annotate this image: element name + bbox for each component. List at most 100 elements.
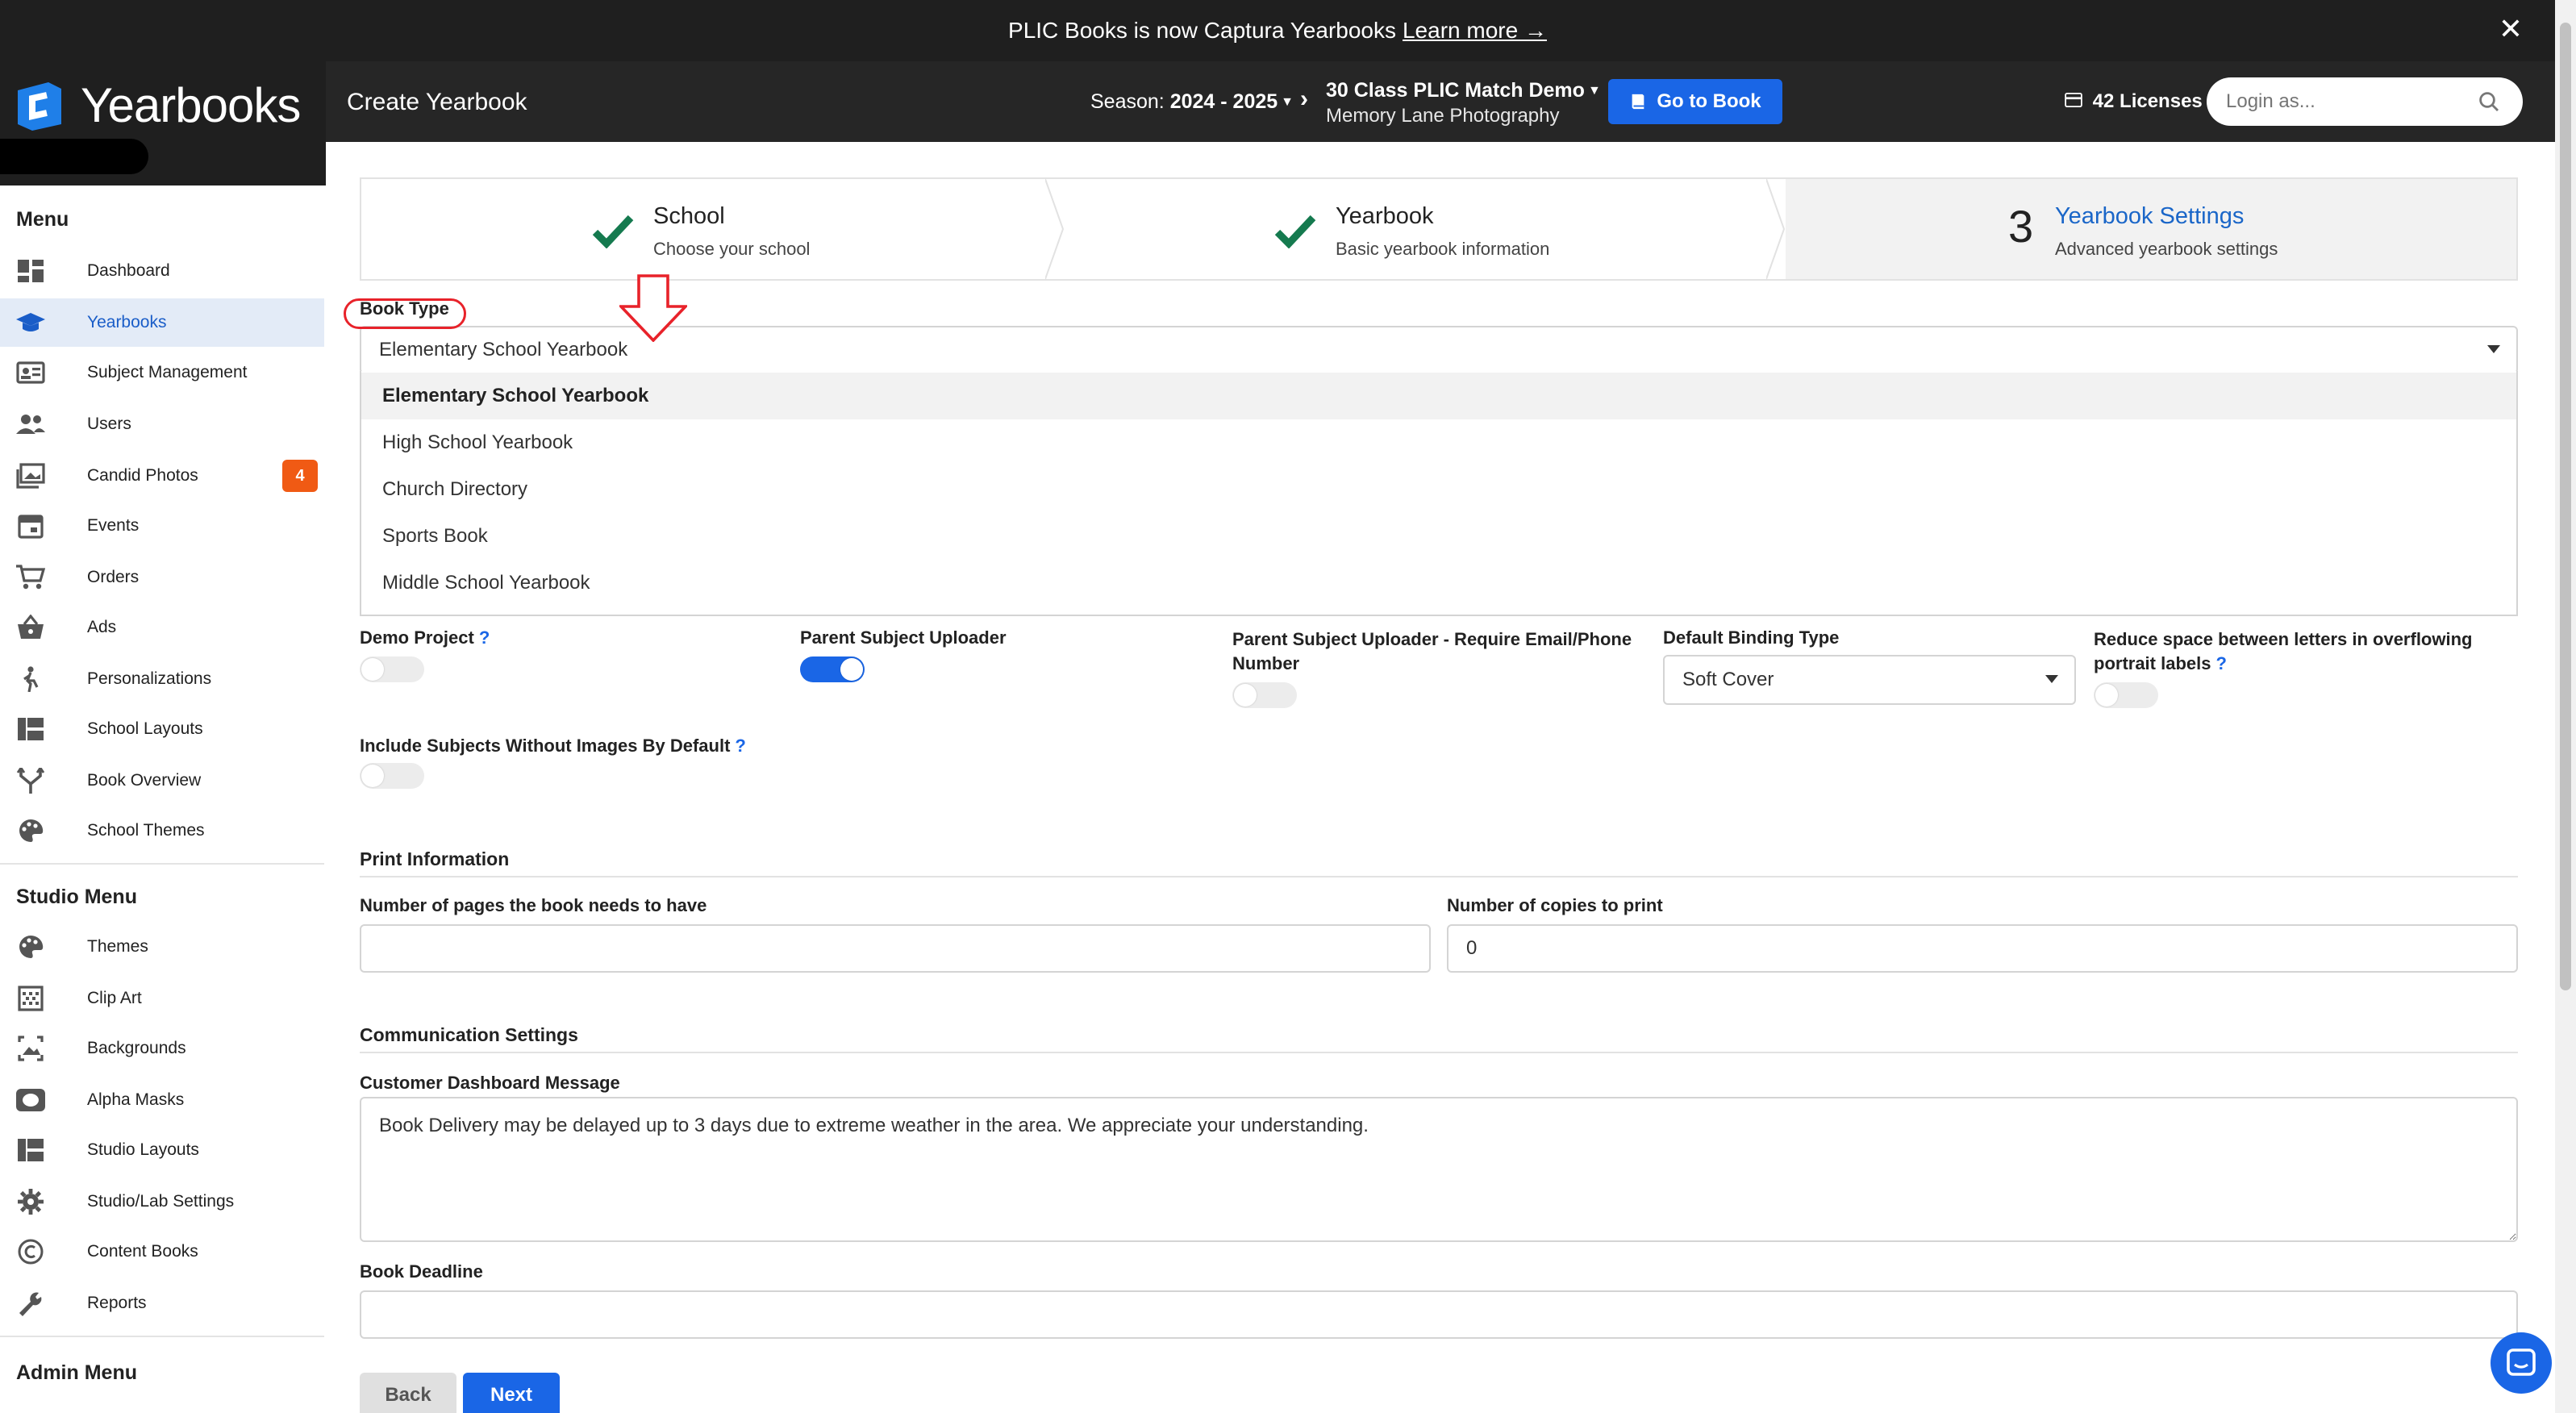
next-button[interactable]: Next (463, 1373, 560, 1413)
book-selector[interactable]: 30 Class PLIC Match Demo ▼ (1326, 79, 1601, 102)
sidebar-item-book-overview[interactable]: Book Overview (0, 757, 324, 805)
sidebar-item-label: School Themes (87, 821, 205, 840)
sidebar-item-label: Book Overview (87, 771, 202, 790)
sidebar-item-backgrounds[interactable]: Backgrounds (0, 1024, 324, 1073)
palette-icon (19, 819, 44, 842)
sidebar-item-personalizations[interactable]: Personalizations (0, 655, 324, 703)
image-frame-icon (18, 1036, 44, 1061)
sidebar-item-dashboard[interactable]: Dashboard (0, 247, 324, 295)
step-subtitle: Choose your school (653, 239, 811, 259)
help-icon[interactable]: ? (2215, 653, 2226, 673)
dashboard-message-textarea[interactable]: Book Delivery may be delayed up to 3 day… (360, 1097, 2518, 1242)
close-icon[interactable]: ✕ (2499, 15, 2523, 44)
include-subjects-toggle[interactable] (360, 763, 424, 789)
sidebar-item-label: Candid Photos (87, 466, 198, 485)
sidebar-item-alpha-masks[interactable]: Alpha Masks (0, 1076, 324, 1124)
parent-uploader-email-toggle[interactable] (1232, 682, 1297, 708)
toggle-knob (1234, 684, 1257, 706)
binding-type-label: Default Binding Type (1663, 627, 1840, 648)
chevron-right-icon: › (1300, 85, 1308, 112)
photos-icon (16, 463, 45, 489)
step-yearbook[interactable]: Yearbook Basic yearbook information (1065, 179, 1766, 279)
sidebar-item-label: Backgrounds (87, 1039, 186, 1057)
sidebar-item-label: Yearbooks (87, 313, 167, 331)
sidebar-item-subject-management[interactable]: Subject Management (0, 348, 324, 397)
step-school[interactable]: School Choose your school (361, 179, 1045, 279)
studio-name: Memory Lane Photography (1326, 105, 1560, 127)
step-number: 3 (2008, 201, 2034, 252)
parent-uploader-label: Parent Subject Uploader (800, 627, 1007, 648)
page-scrollbar[interactable] (2555, 0, 2576, 1413)
demo-project-toggle[interactable] (360, 656, 424, 682)
yearbooks-logo-icon (18, 82, 61, 131)
basket-icon (18, 615, 44, 639)
wrench-icon (19, 1292, 42, 1316)
book-type-option[interactable]: Church Directory (361, 466, 2516, 513)
season-value: 2024 - 2025 (1169, 90, 1278, 113)
sidebar-item-orders[interactable]: Orders (0, 553, 324, 602)
chat-widget-button[interactable] (2491, 1332, 2552, 1394)
cart-icon (16, 565, 45, 590)
copies-input[interactable] (1447, 924, 2518, 973)
sidebar-item-ads[interactable]: Ads (0, 603, 324, 652)
book-type-option[interactable]: Middle School Yearbook (361, 560, 2516, 606)
sidebar-item-label: Themes (87, 937, 148, 956)
pages-label: Number of pages the book needs to have (360, 895, 707, 915)
book-type-option[interactable]: High School Yearbook (361, 419, 2516, 466)
print-info-heading: Print Information (360, 848, 510, 869)
sidebar-item-yearbooks[interactable]: Yearbooks (0, 298, 324, 347)
search-icon[interactable] (2478, 90, 2500, 113)
parent-uploader-email-label: Parent Subject Uploader - Require Email/… (1232, 629, 1632, 673)
sidebar: Menu Dashboard Yearbooks Subject Managem… (0, 185, 327, 1413)
book-deadline-input[interactable] (360, 1290, 2518, 1339)
help-icon[interactable]: ? (479, 627, 490, 648)
sidebar-item-school-themes[interactable]: School Themes (0, 807, 324, 855)
sidebar-item-clip-art[interactable]: Clip Art (0, 974, 324, 1023)
toggle-knob (840, 658, 863, 681)
stepper: School Choose your school Yearbook Basic… (360, 177, 2518, 281)
scrollbar-thumb[interactable] (2560, 23, 2571, 990)
sidebar-item-themes[interactable]: Themes (0, 923, 324, 971)
binding-type-value: Soft Cover (1682, 669, 1774, 690)
go-to-book-button[interactable]: Go to Book (1608, 79, 1782, 124)
step-yearbook-settings[interactable]: 3 Yearbook Settings Advanced yearbook se… (1786, 179, 2516, 279)
sidebar-item-reports[interactable]: Reports (0, 1279, 324, 1328)
sidebar-item-label: Dashboard (87, 261, 170, 280)
book-name: 30 Class PLIC Match Demo (1326, 79, 1585, 102)
sidebar-item-users[interactable]: Users (0, 400, 324, 448)
book-type-option[interactable]: Sports Book (361, 513, 2516, 560)
gear-icon (18, 1189, 44, 1215)
pages-input[interactable] (360, 924, 1431, 973)
sidebar-item-label: Orders (87, 568, 140, 586)
book-type-value: Elementary School Yearbook (379, 339, 628, 361)
fork-icon (16, 768, 45, 794)
season-selector[interactable]: Season: 2024 - 2025 ▼ (1090, 90, 1294, 114)
learn-more-link[interactable]: Learn more → (1403, 18, 1547, 44)
login-as-input[interactable] (2207, 77, 2523, 126)
step-divider (1045, 179, 1065, 279)
annotation-circle (344, 298, 466, 329)
sidebar-item-studio-lab-settings[interactable]: Studio/Lab Settings (0, 1178, 324, 1226)
sidebar-item-events[interactable]: Events (0, 502, 324, 550)
announcement-banner: PLIC Books is now Captura Yearbooks Lear… (0, 0, 2555, 61)
reduce-space-toggle[interactable] (2094, 682, 2158, 708)
sidebar-item-content-books[interactable]: Content Books (0, 1228, 324, 1276)
layout-icon (18, 718, 44, 740)
sidebar-item-label: Clip Art (87, 989, 142, 1007)
candid-photos-badge: 4 (282, 460, 318, 492)
check-icon (592, 215, 634, 248)
book-type-option[interactable]: Elementary School Yearbook (361, 373, 2516, 419)
help-icon[interactable]: ? (735, 736, 745, 756)
step-title: Yearbook Settings (2055, 203, 2245, 229)
binding-type-select[interactable]: Soft Cover (1663, 655, 2076, 705)
back-button[interactable]: Back (360, 1373, 456, 1413)
parent-uploader-toggle[interactable] (800, 656, 865, 682)
sidebar-item-label: Alpha Masks (87, 1090, 185, 1109)
sidebar-item-label: Studio/Lab Settings (87, 1192, 235, 1211)
step-subtitle: Basic yearbook information (1336, 239, 1550, 259)
sidebar-item-candid-photos[interactable]: Candid Photos 4 (0, 452, 324, 500)
caret-down-icon: ▼ (1281, 95, 1294, 110)
sidebar-item-school-layouts[interactable]: School Layouts (0, 705, 324, 753)
admin-menu-heading: Admin Menu (16, 1361, 137, 1384)
sidebar-item-studio-layouts[interactable]: Studio Layouts (0, 1126, 324, 1174)
